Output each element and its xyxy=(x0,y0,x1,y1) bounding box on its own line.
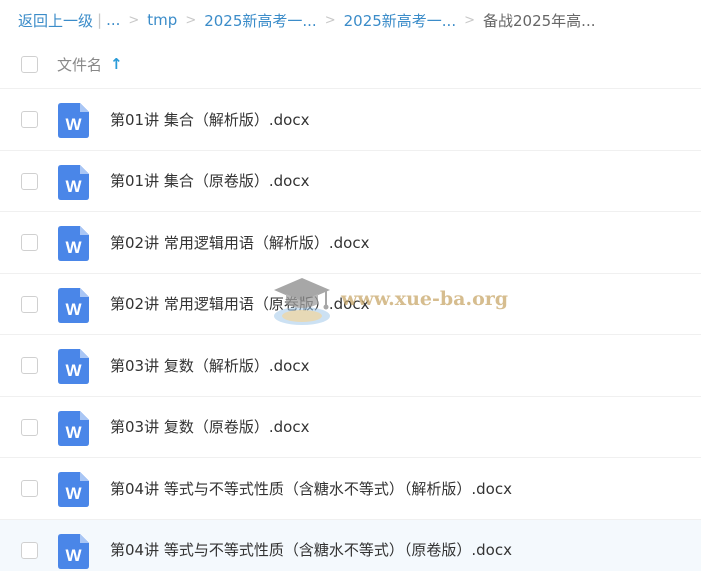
word-doc-icon: W xyxy=(58,226,89,261)
column-filename-label: 文件名 xyxy=(57,55,103,74)
row-checkbox[interactable] xyxy=(21,111,38,128)
breadcrumb-item-folder-2[interactable]: 2025新高考一... xyxy=(344,10,456,31)
word-doc-icon: W xyxy=(58,533,89,569)
sort-ascending-icon[interactable]: ↑ xyxy=(110,55,123,73)
word-doc-icon: W xyxy=(58,472,89,507)
file-list: W 第01讲 集合（解析版）.docx W 第01讲 集合（原卷版）.docx … xyxy=(0,88,701,571)
svg-text:W: W xyxy=(65,423,82,442)
breadcrumb-ellipsis[interactable]: ... xyxy=(106,11,120,29)
svg-text:W: W xyxy=(65,115,82,134)
file-row[interactable]: W 第01讲 集合（解析版）.docx xyxy=(0,88,701,150)
svg-text:W: W xyxy=(65,238,82,257)
word-doc-icon: W xyxy=(58,103,89,138)
file-row[interactable]: W 第04讲 等式与不等式性质（含糖水不等式）（原卷版）.docx xyxy=(0,518,701,571)
list-header: 文件名 ↑ xyxy=(0,40,701,88)
word-doc-icon: W xyxy=(58,349,89,384)
file-name[interactable]: 第01讲 集合（原卷版）.docx xyxy=(110,170,309,191)
file-name[interactable]: 第04讲 等式与不等式性质（含糖水不等式）（解析版）.docx xyxy=(110,478,512,499)
back-link[interactable]: 返回上一级 xyxy=(18,10,93,31)
row-checkbox[interactable] xyxy=(21,295,38,313)
word-doc-icon: W xyxy=(58,287,89,323)
file-row[interactable]: W 第02讲 常用逻辑用语（解析版）.docx xyxy=(0,211,701,273)
breadcrumb: 返回上一级 | ... > tmp > 2025新高考一... > 2025新高… xyxy=(18,8,595,32)
file-name[interactable]: 第02讲 常用逻辑用语（原卷版）.docx xyxy=(110,293,369,314)
breadcrumb-separator: > xyxy=(185,12,197,28)
file-row[interactable]: W 第02讲 常用逻辑用语（原卷版）.docx xyxy=(0,272,701,335)
file-row[interactable]: W 第03讲 复数（原卷版）.docx xyxy=(0,395,701,458)
breadcrumb-separator: > xyxy=(324,12,336,28)
file-row[interactable]: W 第01讲 集合（原卷版）.docx xyxy=(0,149,701,212)
select-all-checkbox[interactable] xyxy=(21,55,38,73)
word-doc-icon: W xyxy=(58,164,89,200)
row-checkbox[interactable] xyxy=(21,480,38,497)
file-row[interactable]: W 第04讲 等式与不等式性质（含糖水不等式）（解析版）.docx xyxy=(0,457,701,519)
breadcrumb-current: 备战2025年高... xyxy=(483,11,596,30)
file-name[interactable]: 第02讲 常用逻辑用语（解析版）.docx xyxy=(110,232,369,253)
svg-text:W: W xyxy=(65,177,82,196)
row-checkbox[interactable] xyxy=(21,357,38,374)
row-checkbox[interactable] xyxy=(21,541,38,559)
row-checkbox[interactable] xyxy=(21,418,38,436)
breadcrumb-separator: > xyxy=(128,12,140,28)
breadcrumb-item-folder-1[interactable]: 2025新高考一... xyxy=(204,10,316,31)
file-name[interactable]: 第04讲 等式与不等式性质（含糖水不等式）（原卷版）.docx xyxy=(110,539,512,560)
svg-text:W: W xyxy=(65,484,82,503)
svg-text:W: W xyxy=(65,546,82,565)
row-checkbox[interactable] xyxy=(21,234,38,251)
column-filename[interactable]: 文件名 ↑ xyxy=(57,54,123,75)
svg-text:W: W xyxy=(65,300,82,319)
breadcrumb-divider: | xyxy=(97,11,103,29)
file-row[interactable]: W 第03讲 复数（解析版）.docx xyxy=(0,334,701,396)
file-name[interactable]: 第03讲 复数（原卷版）.docx xyxy=(110,416,309,437)
row-checkbox[interactable] xyxy=(21,172,38,190)
file-name[interactable]: 第03讲 复数（解析版）.docx xyxy=(110,355,309,376)
breadcrumb-separator: > xyxy=(464,12,475,28)
file-name[interactable]: 第01讲 集合（解析版）.docx xyxy=(110,109,309,130)
file-browser: 返回上一级 | ... > tmp > 2025新高考一... > 2025新高… xyxy=(0,0,701,571)
svg-text:W: W xyxy=(65,361,82,380)
word-doc-icon: W xyxy=(58,410,89,446)
breadcrumb-item-tmp[interactable]: tmp xyxy=(147,11,177,29)
